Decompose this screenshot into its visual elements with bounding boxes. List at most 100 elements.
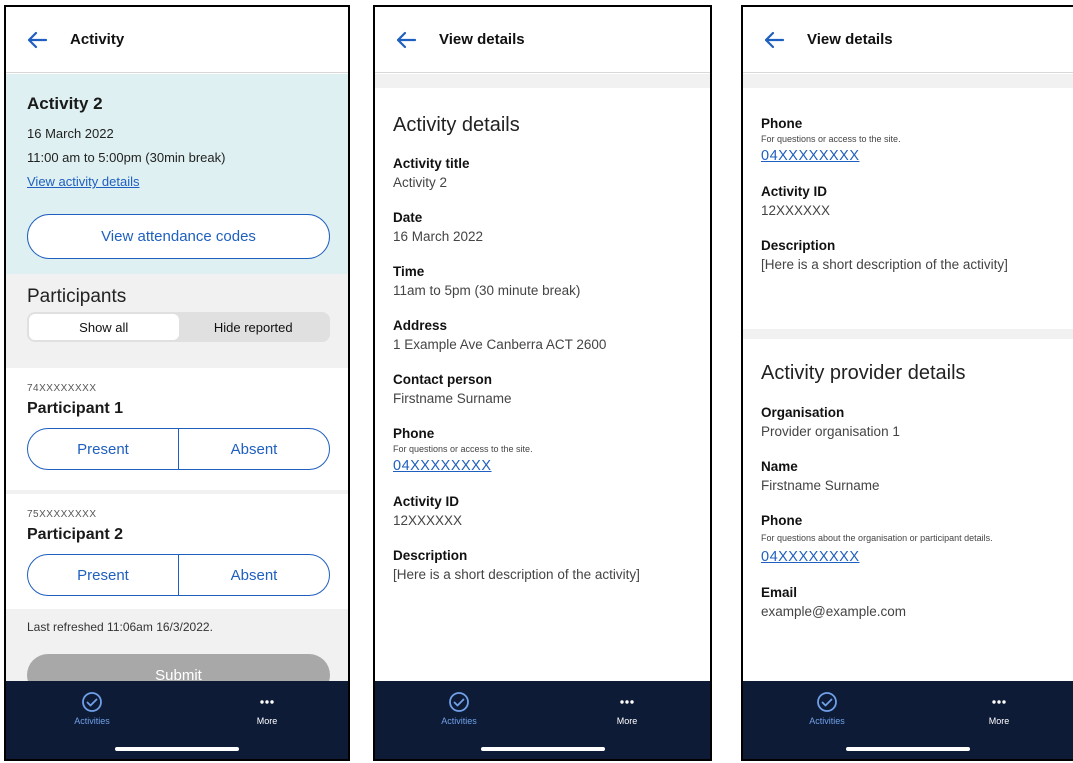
name-label: Name [761,459,798,474]
description-value: [Here is a short description of the acti… [393,567,640,582]
activity-details-continued: Phone For questions or access to the sit… [761,116,1063,272]
activity-title-value: Activity 2 [393,175,448,190]
participants-title: Participants [27,286,127,307]
phone-link[interactable]: 04XXXXXXXX [761,148,1063,164]
back-arrow-icon[interactable] [395,30,417,50]
present-button[interactable]: Present [28,555,178,595]
page-title: Activity [70,31,125,48]
address-value: 1 Example Ave Canberra ACT 2600 [393,337,607,352]
phone-label: Phone [761,116,803,131]
nav-more[interactable]: More [949,691,1049,726]
bottom-nav: Activities More [375,681,710,759]
participant-id: 74XXXXXXXX [27,383,97,394]
email-label: Email [761,585,798,601]
participant-id: 75XXXXXXXX [27,509,97,520]
email-value: example@example.com [761,604,907,620]
view-details-scrolled-screen: View details Phone For questions or acce… [741,5,1073,761]
phone-note: For questions or access to the site. [393,444,533,454]
page-title: View details [807,31,893,48]
more-dots-icon [992,700,1006,704]
activity-details-section: Activity details Activity title Activity… [393,114,700,582]
name-value: Firstname Surname [761,478,880,493]
hide-reported-toggle[interactable]: Hide reported [179,314,329,340]
nav-activities[interactable]: Activities [777,691,877,726]
activity-id-label: Activity ID [761,184,828,199]
time-value: 11am to 5pm (30 minute break) [393,283,581,298]
nav-more-label: More [616,716,638,726]
show-all-toggle[interactable]: Show all [29,314,179,340]
submit-button[interactable]: Submit [27,654,330,681]
page-title: View details [439,31,525,48]
organisation-value: Provider organisation 1 [761,424,900,439]
contact-person-value: Firstname Surname [393,391,512,406]
participant-name: Participant 2 [27,526,124,543]
participant-name: Participant 1 [27,400,124,417]
home-indicator[interactable] [115,747,239,751]
nav-activities-label: Activities [441,716,477,726]
participant-card: 74XXXXXXXX Participant 1 Present Absent [6,368,348,490]
contact-person-label: Contact person [393,372,493,387]
nav-activities[interactable]: Activities [409,691,509,726]
details-content: Activity details Activity title Activity… [375,74,710,681]
nav-more[interactable]: More [217,691,317,726]
app-header: View details [743,7,1073,73]
provider-details-section: Activity provider details Organisation P… [761,362,1063,619]
provider-phone-link[interactable]: 04XXXXXXXX [761,549,1063,565]
bottom-nav: Activities More [6,681,348,759]
more-dots-icon [260,700,274,704]
nav-more-label: More [256,716,278,726]
date-label: Date [393,210,423,225]
home-indicator[interactable] [480,747,605,751]
check-circle-icon [817,692,837,712]
divider [375,74,710,88]
description-value: [Here is a short description of the acti… [761,257,1008,272]
nav-activities-label: Activities [809,716,845,726]
details-content: Phone For questions or access to the sit… [743,74,1073,681]
phone-note: For questions or access to the site. [761,134,901,144]
address-label: Address [393,318,448,333]
activity-id-label: Activity ID [393,494,460,509]
participants-header: Participants Show all Hide reported [6,274,348,368]
section-title: Activity details [393,114,520,136]
view-activity-details-link[interactable]: View activity details [27,174,328,189]
last-refreshed-text: Last refreshed 11:06am 16/3/2022. [27,620,213,634]
view-details-screen: View details Activity details Activity t… [373,5,712,761]
provider-phone-label: Phone [761,513,803,528]
back-arrow-icon[interactable] [26,30,48,50]
home-indicator[interactable] [846,747,970,751]
organisation-label: Organisation [761,405,845,420]
attendance-buttons: Present Absent [27,428,330,470]
activity-name: Activity 2 [27,94,103,113]
nav-more-label: More [988,716,1010,726]
activity-time: 11:00 am to 5:00pm (30min break) [27,150,226,165]
description-label: Description [393,548,468,563]
phone-link[interactable]: 04XXXXXXXX [393,458,700,474]
nav-activities-label: Activities [74,716,110,726]
bottom-nav: Activities More [743,681,1073,759]
check-circle-icon [449,692,469,712]
activity-title-label: Activity title [393,156,470,171]
phone-label: Phone [393,426,435,441]
activity-id-value: 12XXXXXX [393,513,463,528]
back-arrow-icon[interactable] [763,30,785,50]
view-attendance-codes-button[interactable]: View attendance codes [27,214,330,259]
check-circle-icon [82,692,102,712]
description-label: Description [761,238,836,253]
nav-activities[interactable]: Activities [42,691,142,726]
present-button[interactable]: Present [28,429,178,469]
activity-date: 16 March 2022 [27,126,114,141]
provider-phone-note: For questions about the organisation or … [761,533,993,543]
participant-filter: Show all Hide reported [27,312,330,342]
date-value: 16 March 2022 [393,229,484,244]
divider [743,329,1073,339]
app-header: Activity [6,7,348,73]
absent-button[interactable]: Absent [178,555,329,595]
submit-area: Last refreshed 11:06am 16/3/2022. Submit [6,609,348,681]
nav-more[interactable]: More [577,691,677,726]
activity-id-value: 12XXXXXX [761,203,831,218]
activity-screen: Activity Activity 2 16 March 2022 11:00 … [4,5,350,761]
divider [743,74,1073,88]
absent-button[interactable]: Absent [178,429,329,469]
activity-content: Activity 2 16 March 2022 11:00 am to 5:0… [6,74,348,681]
attendance-buttons: Present Absent [27,554,330,596]
